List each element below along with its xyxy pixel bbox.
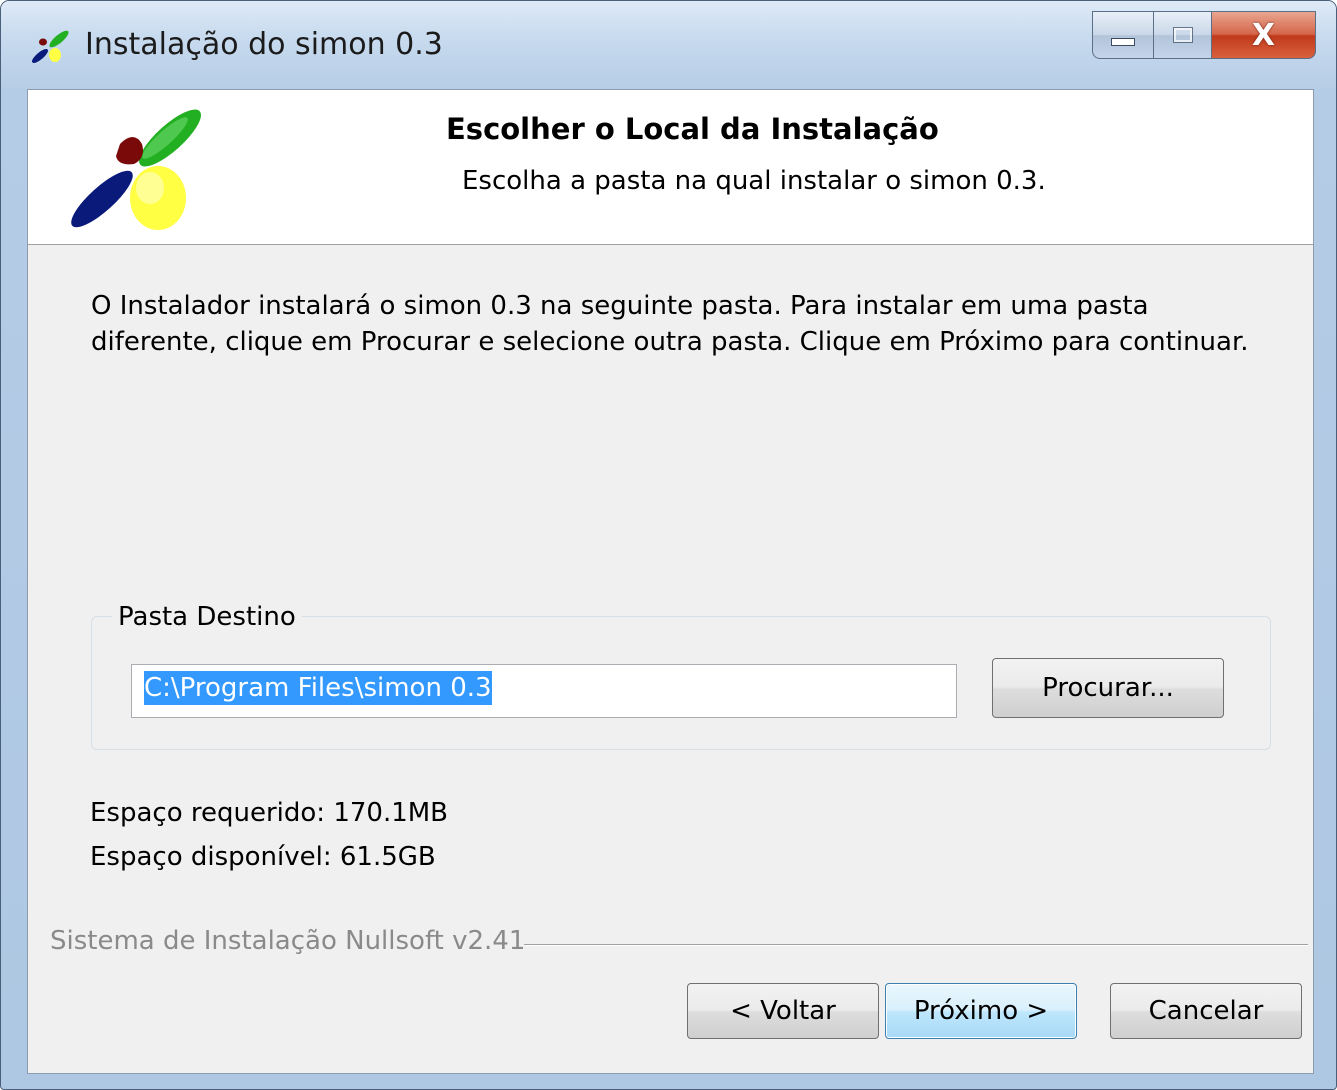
instructions-text: O Instalador instalará o simon 0.3 na se… [91,291,1249,357]
next-button[interactable]: Próximo > [885,983,1077,1039]
space-required: Espaço requerido: 170.1MB [90,798,449,828]
maximize-button[interactable] [1154,11,1212,59]
simon-logo-icon [32,30,69,63]
back-button[interactable]: < Voltar [687,983,879,1039]
browse-button[interactable]: Procurar... [992,658,1224,718]
destination-path-value: C:\Program Files\simon 0.3 [144,671,492,705]
page-title: Escolher o Local da Instalação [446,112,939,146]
cancel-button[interactable]: Cancelar [1110,983,1302,1039]
installer-window: Instalação do simon 0.3 X Escolher o Loc… [0,0,1337,1090]
footer-divider [524,944,1308,946]
destination-path-input[interactable]: C:\Program Files\simon 0.3 [131,664,957,718]
close-icon: X [1251,17,1276,53]
minimize-icon [1111,38,1135,46]
title-bar[interactable]: Instalação do simon 0.3 X [1,1,1336,89]
dialog-header: Escolher o Local da Instalação Escolha a… [28,90,1313,245]
window-title: Instalação do simon 0.3 [85,27,443,62]
window-controls: X [1092,11,1316,61]
close-button[interactable]: X [1212,11,1316,59]
nsis-branding: Sistema de Instalação Nullsoft v2.41 [50,926,526,956]
minimize-button[interactable] [1092,11,1154,59]
dialog-client-area: Escolher o Local da Instalação Escolha a… [27,89,1314,1074]
space-available: Espaço disponível: 61.5GB [90,842,436,872]
page-subtitle: Escolha a pasta na qual instalar o simon… [462,166,1046,196]
destination-group-label: Pasta Destino [112,602,302,632]
maximize-icon [1172,27,1193,43]
simon-logo [71,109,201,230]
